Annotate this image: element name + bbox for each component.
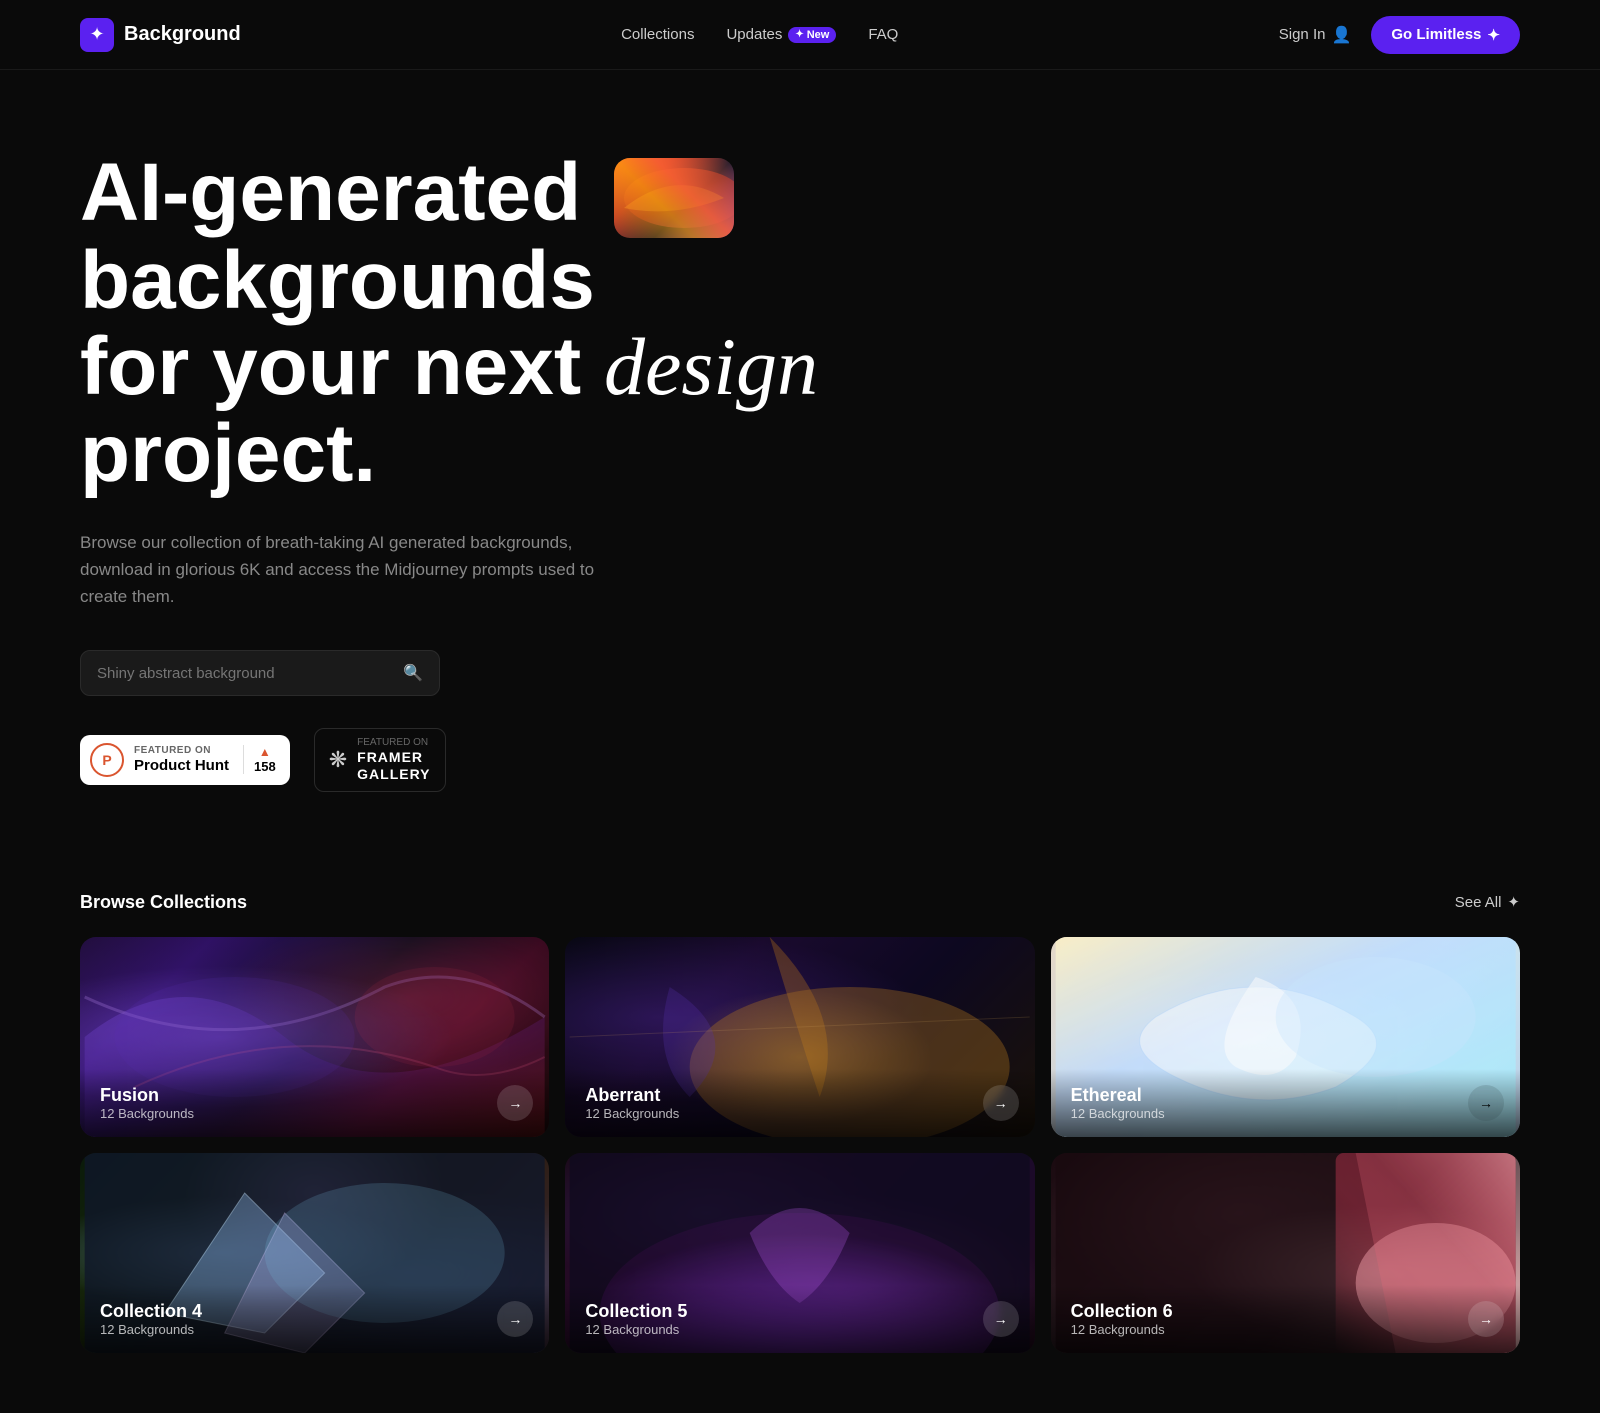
card-info-aberrant: Aberrant 12 Backgrounds <box>565 1069 1034 1137</box>
hero-title: AI-generated backgrounds for your next d… <box>80 150 1020 497</box>
framer-badge[interactable]: ❋ Featured on FRAMERGALLERY <box>314 728 446 792</box>
collection-card-aberrant[interactable]: Aberrant 12 Backgrounds → <box>565 937 1034 1137</box>
hero-subtitle: Browse our collection of breath-taking A… <box>80 529 640 611</box>
card-count-6: 12 Backgrounds <box>1071 1322 1500 1337</box>
user-icon: 👤 <box>1331 25 1351 45</box>
ph-featured-label: FEATURED ON <box>134 745 229 757</box>
framer-name: FRAMERGALLERY <box>357 749 430 783</box>
search-input[interactable] <box>97 665 403 682</box>
collections-section: Browse Collections See All ✦ <box>0 852 1600 1413</box>
ph-count: ▲ 158 <box>243 745 276 774</box>
card-arrow-6[interactable]: → <box>1468 1301 1504 1337</box>
see-all-icon: ✦ <box>1507 893 1520 911</box>
card-name-ethereal: Ethereal <box>1071 1085 1500 1106</box>
navbar: ✦ Background Collections Updates ✦ New F… <box>0 0 1600 70</box>
ph-logo: P <box>90 743 124 777</box>
collection-card-5[interactable]: Collection 5 12 Backgrounds → <box>565 1153 1034 1353</box>
card-name-6: Collection 6 <box>1071 1301 1500 1322</box>
collection-card-ethereal[interactable]: Ethereal 12 Backgrounds → <box>1051 937 1520 1137</box>
card-arrow-ethereal[interactable]: → <box>1468 1085 1504 1121</box>
card-name-fusion: Fusion <box>100 1085 529 1106</box>
card-arrow-5[interactable]: → <box>983 1301 1019 1337</box>
collection-card-fusion[interactable]: Fusion 12 Backgrounds → <box>80 937 549 1137</box>
logo-text: Background <box>124 23 241 46</box>
product-hunt-badge[interactable]: P FEATURED ON Product Hunt ▲ 158 <box>80 735 290 785</box>
card-info-4: Collection 4 12 Backgrounds <box>80 1285 549 1353</box>
collections-header: Browse Collections See All ✦ <box>80 892 1520 913</box>
framer-featured-label: Featured on <box>357 737 430 749</box>
card-info-5: Collection 5 12 Backgrounds <box>565 1285 1034 1353</box>
hero-section: AI-generated backgrounds for your next d… <box>0 70 1100 852</box>
card-info-ethereal: Ethereal 12 Backgrounds <box>1051 1069 1520 1137</box>
card-arrow-fusion[interactable]: → <box>497 1085 533 1121</box>
collection-card-6[interactable]: Collection 6 12 Backgrounds → <box>1051 1153 1520 1353</box>
go-limitless-button[interactable]: Go Limitless ✦ <box>1371 16 1520 54</box>
updates-badge: ✦ New <box>788 27 836 43</box>
card-arrow-4[interactable]: → <box>497 1301 533 1337</box>
card-name-4: Collection 4 <box>100 1301 529 1322</box>
nav-faq[interactable]: FAQ <box>868 26 898 43</box>
logo-icon: ✦ <box>80 18 114 52</box>
card-name-aberrant: Aberrant <box>585 1085 1014 1106</box>
card-count-4: 12 Backgrounds <box>100 1322 529 1337</box>
card-info-fusion: Fusion 12 Backgrounds <box>80 1069 549 1137</box>
nav-links: Collections Updates ✦ New FAQ <box>621 26 898 43</box>
limitless-icon: ✦ <box>1487 26 1500 44</box>
card-count-aberrant: 12 Backgrounds <box>585 1106 1014 1121</box>
search-bar: 🔍 <box>80 650 440 696</box>
sign-in-button[interactable]: Sign In 👤 <box>1279 25 1352 45</box>
framer-icon: ❋ <box>329 747 347 773</box>
card-count-5: 12 Backgrounds <box>585 1322 1014 1337</box>
card-arrow-aberrant[interactable]: → <box>983 1085 1019 1121</box>
card-count-ethereal: 12 Backgrounds <box>1071 1106 1500 1121</box>
see-all-button[interactable]: See All ✦ <box>1455 893 1520 911</box>
card-name-5: Collection 5 <box>585 1301 1014 1322</box>
ph-arrow-icon: ▲ <box>259 745 271 759</box>
card-count-fusion: 12 Backgrounds <box>100 1106 529 1121</box>
collections-title: Browse Collections <box>80 892 247 913</box>
badges-row: P FEATURED ON Product Hunt ▲ 158 ❋ Featu… <box>80 728 1020 792</box>
nav-collections[interactable]: Collections <box>621 26 694 43</box>
ph-name: Product Hunt <box>134 757 229 775</box>
nav-actions: Sign In 👤 Go Limitless ✦ <box>1279 16 1520 54</box>
logo[interactable]: ✦ Background <box>80 18 241 52</box>
nav-updates[interactable]: Updates ✦ New <box>726 26 836 43</box>
hero-image-decoration <box>614 158 734 238</box>
collections-grid: Fusion 12 Backgrounds → <box>80 937 1520 1353</box>
collection-card-4[interactable]: Collection 4 12 Backgrounds → <box>80 1153 549 1353</box>
search-icon: 🔍 <box>403 663 423 683</box>
card-info-6: Collection 6 12 Backgrounds <box>1051 1285 1520 1353</box>
